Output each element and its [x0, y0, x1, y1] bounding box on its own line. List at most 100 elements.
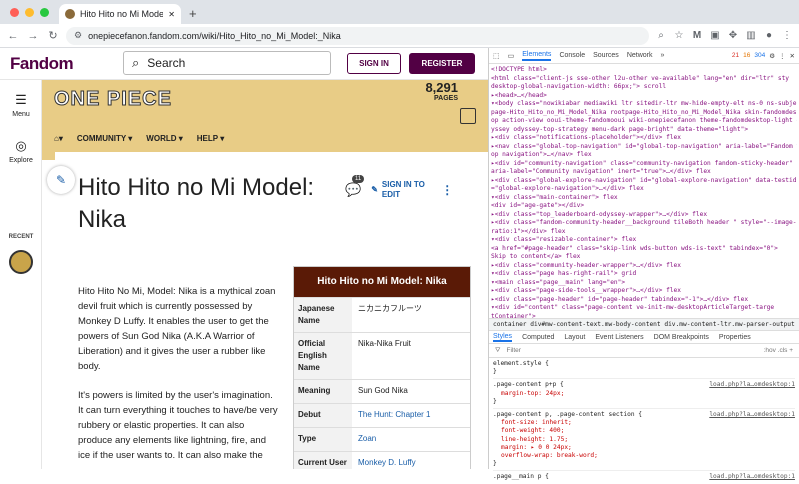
dom-breadcrumbs[interactable]: container div#mw-content-text.mw-body-co… [489, 318, 799, 330]
css-declaration[interactable]: font-weight: 400; [493, 427, 795, 435]
css-declaration[interactable]: line-height: 1.75; [493, 436, 795, 444]
tab-layout[interactable]: Layout [564, 334, 585, 341]
css-declaration[interactable]: margin-top: 24px; [493, 390, 795, 398]
nav-help[interactable]: HELP ▾ [197, 134, 224, 143]
dom-node-line[interactable]: ▸<div class="global-explore-navigation" … [491, 177, 797, 186]
extension-icon[interactable]: ▣ [709, 30, 721, 41]
tab-network[interactable]: Network [627, 52, 653, 59]
dom-node-line[interactable]: ="global-explore-navigation">…</div> fle… [491, 185, 797, 194]
tab-computed[interactable]: Computed [522, 334, 554, 341]
site-info-icon[interactable]: ⚙ [74, 30, 82, 41]
issue-badges[interactable]: 21 16 304 ⚙ ⋮ ✕ [732, 52, 795, 60]
device-toolbar-icon[interactable]: ▭ [508, 52, 515, 60]
tab-console[interactable]: Console [559, 52, 585, 59]
bookmark-star-icon[interactable]: ☆ [673, 30, 685, 41]
tab-dom-breakpoints[interactable]: DOM Breakpoints [654, 334, 709, 341]
infobox-link-debut[interactable]: The Hunt: Chapter 1 [352, 404, 470, 427]
filter-input[interactable]: Filter [506, 347, 757, 354]
css-declaration[interactable]: overflow-wrap: break-word; [493, 452, 795, 460]
dom-node-line[interactable]: ▾<div class="main-container"> flex [491, 194, 797, 203]
explore-button[interactable]: ◎ Explore [0, 138, 42, 164]
tab-event-listeners[interactable]: Event Listeners [595, 334, 643, 341]
reload-icon[interactable]: ↻ [46, 29, 60, 42]
dom-node-line[interactable]: page-Hito_Hito_no_Mi_Model_Nika rootpage… [491, 109, 797, 118]
settings-gear-icon[interactable]: ⚙ [769, 52, 775, 60]
fandom-logo[interactable]: Fandom [10, 54, 74, 74]
dom-node-line[interactable]: <!DOCTYPE html> [491, 66, 797, 75]
sign-in-to-edit-link[interactable]: ✎ SIGN IN TO EDIT [371, 180, 431, 200]
more-actions-icon[interactable]: ⋮ [441, 183, 453, 197]
search-icon[interactable]: ⌕ [655, 30, 667, 41]
search-input[interactable]: ⌕ Search [123, 51, 331, 75]
new-tab-button[interactable]: + [181, 6, 205, 24]
menu-button[interactable]: ☰ Menu [0, 92, 42, 118]
dom-node-line[interactable]: <a href="#page-header" class="skip-link … [491, 245, 797, 254]
dom-node-line[interactable]: Skip to content</a> flex [491, 253, 797, 262]
sidebar-icon[interactable]: ▥ [745, 30, 757, 41]
close-tab-icon[interactable]: ✕ [168, 10, 175, 19]
infobox-link-user[interactable]: Monkey D. Luffy [352, 452, 470, 469]
dom-node-line[interactable]: ▸<div class="notifications-placeholder">… [491, 134, 797, 143]
more-tabs-icon[interactable]: » [661, 52, 665, 59]
dom-node-line[interactable]: aria-label="Community navigation" inert=… [491, 168, 797, 177]
tab-elements[interactable]: Elements [522, 51, 552, 61]
rule-source-link[interactable]: load.php?la…omdesktop:1 [709, 411, 795, 419]
dom-node-line[interactable]: ▸<div class="page-side-tools__wrapper">…… [491, 287, 797, 296]
inspect-icon[interactable]: ⬚ [493, 52, 500, 60]
dom-node-line[interactable]: ▸<div class="top_leaderboard-odyssey-wra… [491, 211, 797, 220]
dom-node-line[interactable]: ▸<div class="page-header" id="page-heade… [491, 296, 797, 305]
filter-tools[interactable]: :hov .cls + [764, 347, 793, 354]
browser-tab-active[interactable]: Hito Hito no Mi Model: Nika | ✕ [59, 4, 181, 24]
css-declaration[interactable]: font-size: inherit; [493, 419, 795, 427]
nav-world[interactable]: WORLD ▾ [146, 134, 182, 143]
dom-node-line[interactable]: <html class="client-js sse-other l2u-oth… [491, 75, 797, 84]
dom-node-line[interactable]: ▾<body class="nowikiabar mediawiki ltr s… [491, 100, 797, 109]
dom-node-line[interactable]: ▸<div class="fandom-community-header__ba… [491, 219, 797, 228]
rule-source-link[interactable]: load.php?la…omdesktop:1 [709, 473, 795, 481]
address-bar[interactable]: ⚙ onepiecefanon.fandom.com/wiki/Hito_Hit… [66, 26, 649, 45]
dom-node-line[interactable]: desktop-global-navigation-width: 66px;">… [491, 83, 797, 92]
minimize-window-button[interactable] [25, 7, 34, 17]
rule-source-link[interactable]: load.php?la…omdesktop:1 [709, 381, 795, 389]
dom-node-line[interactable]: ▾<div class="resizable-container"> flex [491, 236, 797, 245]
tab-properties[interactable]: Properties [719, 334, 751, 341]
css-rule[interactable]: load.php?la…omdesktop:1 .page-content p, … [493, 411, 795, 472]
register-button[interactable]: REGISTER [409, 53, 475, 74]
dom-node-line[interactable]: <div id="age-gate"></div> [491, 202, 797, 211]
dom-node-line[interactable]: op action-view ooui-theme-fandomooui wik… [491, 117, 797, 126]
nav-home-icon[interactable]: ⌂▾ [54, 134, 63, 143]
dom-node-line[interactable]: ▾<div class="page has-right-rail"> grid [491, 270, 797, 279]
dom-node-line[interactable]: ▸<div id="community-navigation" class="c… [491, 160, 797, 169]
dom-node-line[interactable]: ▾<main class="page__main" lang="en"> [491, 279, 797, 288]
forward-icon[interactable]: → [26, 30, 40, 42]
css-declaration[interactable]: margin: ▸ 0 0 24px; [493, 444, 795, 452]
nav-community[interactable]: COMMUNITY ▾ [77, 134, 132, 143]
back-icon[interactable]: ← [6, 30, 20, 42]
css-rule[interactable]: load.php?la…omdesktop:1 .page-content p+p… [493, 381, 795, 410]
dom-node-line[interactable]: yssey odyssey-top-strategy menu-dark pag… [491, 126, 797, 135]
dom-node-line[interactable]: ▸<nav class="global-top-navigation" id="… [491, 143, 797, 152]
close-devtools-icon[interactable]: ✕ [790, 52, 795, 60]
close-window-button[interactable] [10, 7, 19, 17]
menu-kebab-icon[interactable]: ⋮ [781, 30, 793, 41]
dom-node-line[interactable]: ratio:1"></div> flex [491, 228, 797, 237]
dom-node-line[interactable]: ▸<head>…</head> [491, 92, 797, 101]
css-rule[interactable]: load.php?la…omdesktop:1 .page__main p { [493, 473, 795, 481]
element-style-rule[interactable]: element.style { } [493, 360, 795, 380]
extension-m-icon[interactable]: M [691, 30, 703, 41]
infobox-link-type[interactable]: Zoan [352, 428, 470, 451]
dom-node-line[interactable]: op navigation">…</nav> flex [491, 151, 797, 160]
comments-button[interactable]: 💬 11 [345, 175, 365, 198]
maximize-window-button[interactable] [40, 7, 49, 17]
tab-styles[interactable]: Styles [493, 333, 513, 342]
wiki-activity-icon[interactable] [460, 108, 476, 124]
profile-icon[interactable]: ● [763, 30, 775, 41]
edit-pencil-icon[interactable]: ✎ [47, 166, 75, 194]
devtools-menu-icon[interactable]: ⋮ [779, 52, 786, 60]
wiki-logo[interactable]: ONE PIECE [54, 88, 172, 111]
tab-sources[interactable]: Sources [593, 52, 619, 59]
recent-wiki-avatar[interactable] [9, 250, 33, 274]
puzzle-icon[interactable]: ✥ [727, 30, 739, 41]
dom-tree[interactable]: <!DOCTYPE html> <html class="client-js ss… [489, 64, 799, 318]
dom-node-line[interactable]: ▸<div class="community-header-wrapper">…… [491, 262, 797, 271]
